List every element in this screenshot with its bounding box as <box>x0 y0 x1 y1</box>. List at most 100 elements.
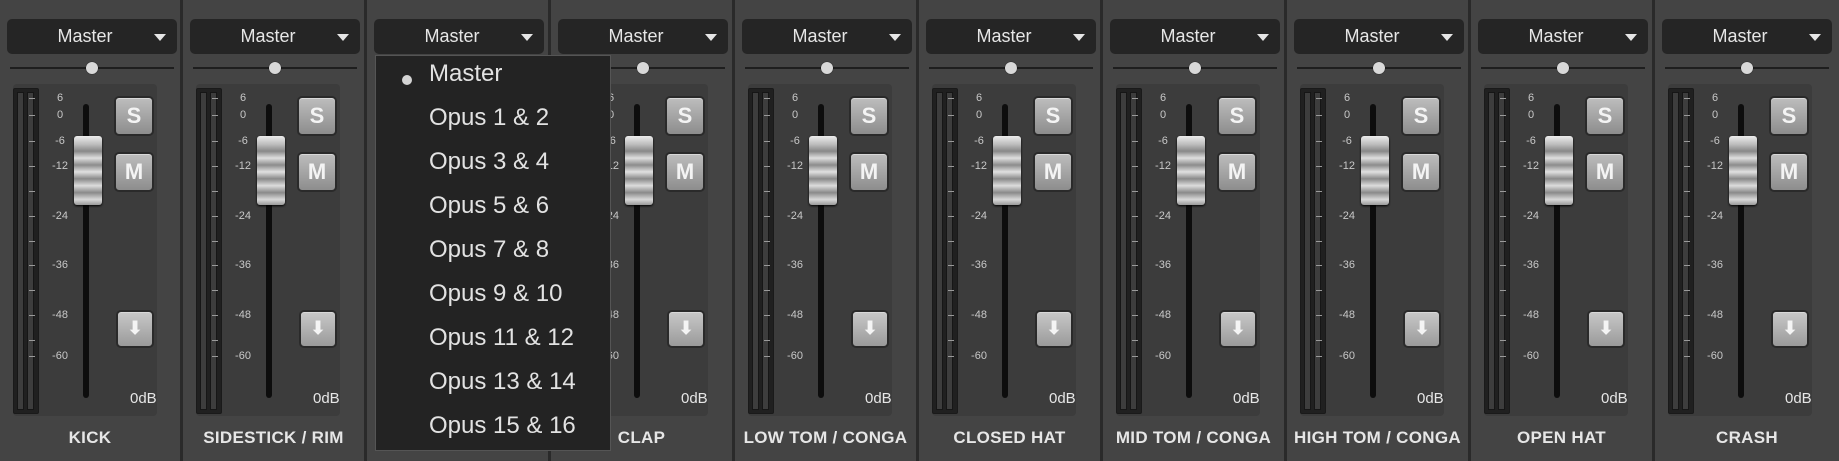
meter-scale-label: 6 <box>975 92 983 104</box>
meter-tick <box>1684 115 1690 116</box>
solo-button[interactable]: S <box>1033 96 1073 136</box>
fader-handle[interactable] <box>257 136 285 205</box>
meter-tick <box>1316 241 1322 242</box>
output-button[interactable]: ⬇ <box>851 310 889 348</box>
meter-tick <box>764 216 770 217</box>
meter-scale-label: -48 <box>1339 309 1355 321</box>
arrow-down-icon: ⬇ <box>127 318 143 338</box>
pan-knob[interactable] <box>637 62 649 74</box>
route-select[interactable]: Master <box>926 19 1096 54</box>
route-option[interactable]: Opus 15 & 16 <box>429 412 576 440</box>
pan-knob[interactable] <box>1557 62 1569 74</box>
output-button[interactable]: ⬇ <box>1219 310 1257 348</box>
mute-button[interactable]: M <box>114 152 154 192</box>
pan-knob[interactable] <box>1741 62 1753 74</box>
route-option[interactable]: Opus 3 & 4 <box>429 148 549 176</box>
route-select[interactable]: Master <box>1478 19 1648 54</box>
meter-scale-label: -48 <box>1155 309 1171 321</box>
level-readout: 0dB <box>130 390 157 407</box>
output-button[interactable]: ⬇ <box>1771 310 1809 348</box>
meter-tick <box>1132 315 1138 316</box>
output-button[interactable]: ⬇ <box>1035 310 1073 348</box>
meter-scale-label: -24 <box>1155 210 1171 222</box>
fader-handle[interactable] <box>993 136 1021 205</box>
fader-handle[interactable] <box>625 136 653 205</box>
pan-knob[interactable] <box>821 62 833 74</box>
solo-button[interactable]: S <box>1585 96 1625 136</box>
route-option[interactable]: Opus 5 & 6 <box>429 192 549 220</box>
route-select[interactable]: Master <box>7 19 177 54</box>
fader-handle[interactable] <box>809 136 837 205</box>
mute-button[interactable]: M <box>1585 152 1625 192</box>
meter-tick <box>1132 115 1138 116</box>
route-option[interactable]: Opus 7 & 8 <box>429 236 549 264</box>
mute-button[interactable]: M <box>1217 152 1257 192</box>
route-option[interactable]: Opus 1 & 2 <box>429 104 549 132</box>
output-button[interactable]: ⬇ <box>299 310 337 348</box>
meter-tick <box>1684 315 1690 316</box>
meter-tick <box>948 265 954 266</box>
route-select[interactable]: Master <box>558 19 728 54</box>
output-button[interactable]: ⬇ <box>1587 310 1625 348</box>
route-select[interactable]: Master <box>1110 19 1280 54</box>
fader-handle[interactable] <box>1729 136 1757 205</box>
output-button[interactable]: ⬇ <box>1403 310 1441 348</box>
route-value: Master <box>1528 26 1584 46</box>
fader-handle[interactable] <box>1177 136 1205 205</box>
meter-tick <box>1500 115 1506 116</box>
route-option[interactable]: Master <box>429 60 502 88</box>
meter-tick <box>1500 191 1506 192</box>
route-option[interactable]: Opus 11 & 12 <box>429 324 574 352</box>
pan-knob[interactable] <box>86 62 98 74</box>
pan-knob[interactable] <box>1005 62 1017 74</box>
output-button[interactable]: ⬇ <box>667 310 705 348</box>
caret-down-icon <box>521 34 533 41</box>
meter-tick <box>1132 241 1138 242</box>
mute-button[interactable]: M <box>1033 152 1073 192</box>
solo-button[interactable]: S <box>114 96 154 136</box>
level-meter <box>932 88 958 414</box>
meter-tick <box>764 141 770 142</box>
solo-button[interactable]: S <box>1769 96 1809 136</box>
fader-handle[interactable] <box>1361 136 1389 205</box>
route-value: Master <box>608 26 664 46</box>
pan-knob[interactable] <box>269 62 281 74</box>
meter-tick <box>1132 141 1138 142</box>
meter-tick <box>212 315 218 316</box>
route-select[interactable]: Master <box>190 19 360 54</box>
solo-button[interactable]: S <box>665 96 705 136</box>
route-option[interactable]: Opus 9 & 10 <box>429 280 562 308</box>
meter-tick <box>29 265 35 266</box>
solo-button[interactable]: S <box>1217 96 1257 136</box>
route-option[interactable]: Opus 13 & 14 <box>429 368 576 396</box>
route-select[interactable]: Master <box>374 19 544 54</box>
route-select[interactable]: Master <box>742 19 912 54</box>
mute-button[interactable]: M <box>297 152 337 192</box>
route-select[interactable]: Master <box>1294 19 1464 54</box>
meter-scale-label: 0 <box>1527 109 1535 121</box>
fader-handle[interactable] <box>1545 136 1573 205</box>
route-select[interactable]: Master <box>1662 19 1832 54</box>
meter-scale-label: -6 <box>55 135 65 147</box>
mute-button[interactable]: M <box>1769 152 1809 192</box>
mute-button[interactable]: M <box>1401 152 1441 192</box>
fader-handle[interactable] <box>74 136 102 205</box>
solo-button[interactable]: S <box>297 96 337 136</box>
meter-scale-label: -36 <box>971 259 987 271</box>
mute-button[interactable]: M <box>665 152 705 192</box>
pan-knob[interactable] <box>1373 62 1385 74</box>
pan-knob[interactable] <box>1189 62 1201 74</box>
meter-scale-label: 6 <box>239 92 247 104</box>
route-value: Master <box>1712 26 1768 46</box>
solo-button[interactable]: S <box>1401 96 1441 136</box>
selected-dot-icon <box>402 75 412 85</box>
meter-tick <box>948 315 954 316</box>
meter-tick <box>1500 98 1506 99</box>
mute-button[interactable]: M <box>849 152 889 192</box>
meter-scale-label: 6 <box>1527 92 1535 104</box>
solo-button[interactable]: S <box>849 96 889 136</box>
meter-tick <box>1132 290 1138 291</box>
output-button[interactable]: ⬇ <box>116 310 154 348</box>
meter-scale-label: -12 <box>787 160 803 172</box>
meter-scale-label: -24 <box>971 210 987 222</box>
